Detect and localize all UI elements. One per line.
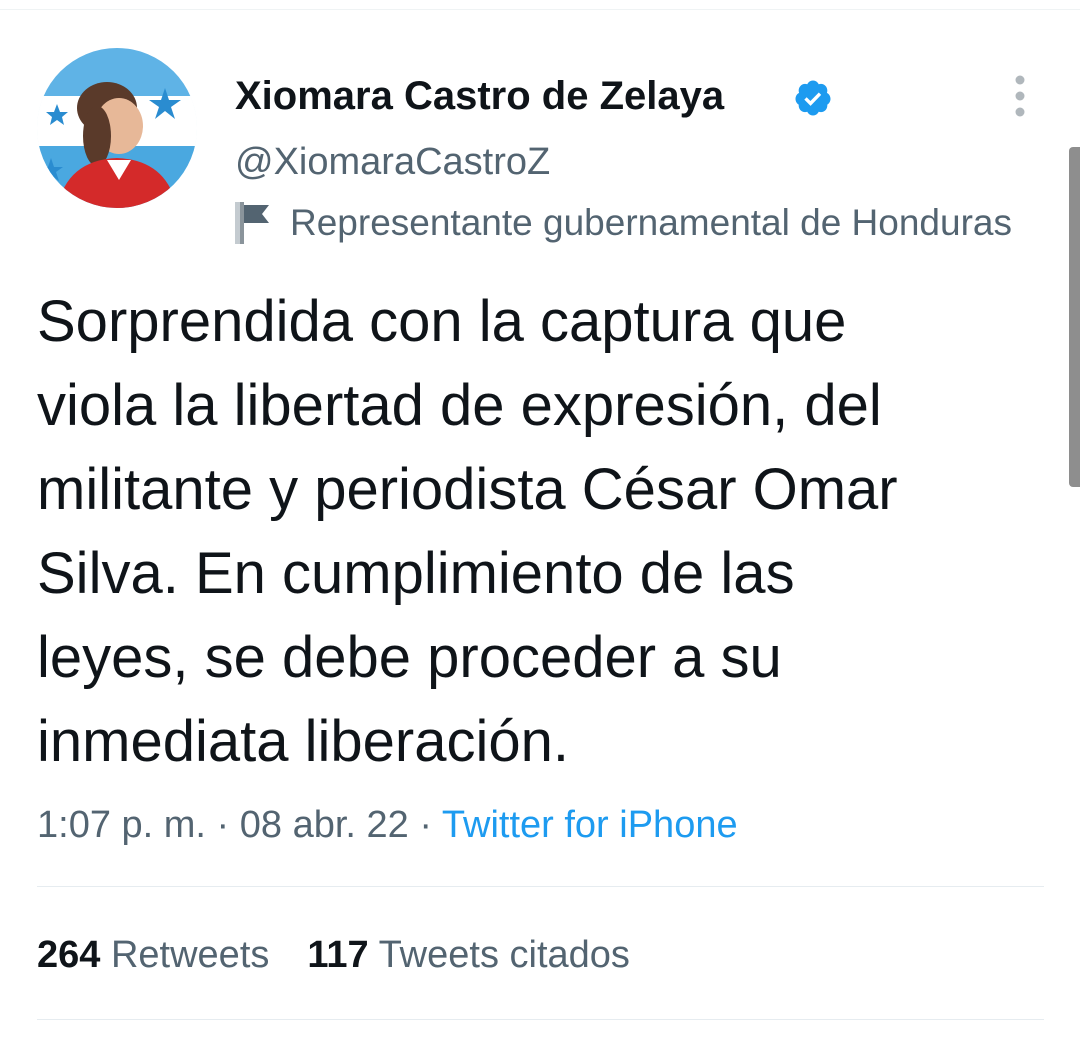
tweet-text-line: viola la libertad de expresión, del [37,373,882,438]
flag-icon [235,202,269,244]
tweet-date[interactable]: 08 abr. 22 [240,804,409,846]
tweet-text-line: inmediata liberación. [37,709,569,774]
retweets-count: 264 [37,934,101,976]
tweet-text-line: Silva. En cumplimiento de las [37,541,795,606]
more-vertical-icon[interactable] [1002,70,1038,122]
divider [37,886,1044,887]
verified-badge-icon [795,80,831,116]
tweet-metadata: 1:07 p. m. · 08 abr. 22 · Twitter for iP… [37,800,738,850]
quotes-count: 117 [307,934,369,976]
government-label-text: Representante gubernamental de Honduras [290,202,1012,243]
avatar[interactable] [37,48,197,208]
tweet-text-line: leyes, se debe proceder a su [37,625,782,690]
retweets-stat[interactable]: 264 Retweets [37,934,269,976]
display-name[interactable]: Xiomara Castro de Zelaya [235,72,724,120]
tweet-stats: 264 Retweets 117 Tweets citados [37,930,630,980]
meta-separator: · [408,804,442,846]
avatar-image [37,48,197,208]
tweet-text-line: Sorprendida con la captura que [37,289,847,354]
quotes-stat[interactable]: 117 Tweets citados [307,934,630,976]
quotes-label: Tweets citados [378,934,630,976]
divider [37,1019,1044,1020]
government-label[interactable]: Representante gubernamental de Honduras [230,196,1065,252]
tweet-time[interactable]: 1:07 p. m. [37,804,206,846]
author-handle[interactable]: @XiomaraCastroZ [235,139,550,185]
tweet-text: Sorprendida con la captura que viola la … [37,280,1047,784]
retweets-label: Retweets [110,934,270,976]
scrollbar[interactable] [1069,147,1080,487]
meta-separator: · [205,804,240,846]
tweet-text-line: militante y periodista César Omar [37,457,898,522]
top-divider [0,0,1080,10]
tweet-source-link[interactable]: Twitter for iPhone [442,804,738,846]
